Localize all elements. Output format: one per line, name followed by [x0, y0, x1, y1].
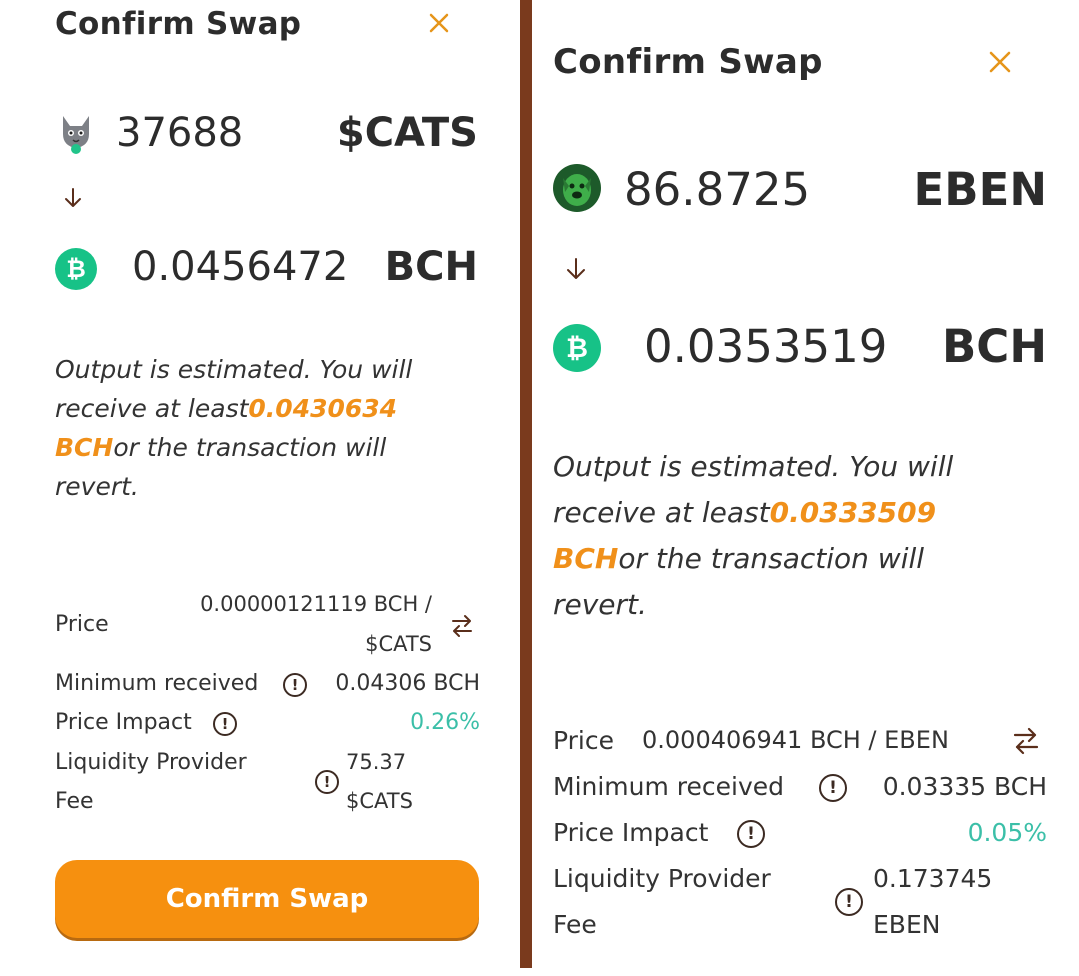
swap-direction-icon[interactable] — [450, 613, 474, 643]
cat-token-icon — [58, 112, 94, 154]
min-received-label: Minimum received — [553, 772, 785, 801]
close-icon[interactable] — [428, 12, 450, 34]
lp-fee-label-line2: Fee — [553, 910, 597, 939]
price-label: Price — [55, 612, 109, 637]
price-value: 0.000406941 BCH / EBEN — [642, 726, 949, 754]
lp-fee-value-line2: $CATS — [346, 789, 413, 813]
to-symbol: BCH — [942, 320, 1047, 373]
to-amount: 0.0353519 — [644, 320, 888, 373]
lp-fee-value-line1: 0.173745 — [873, 864, 993, 893]
confirm-swap-button[interactable]: Confirm Swap — [55, 860, 479, 938]
lp-fee-value-line2: EBEN — [873, 910, 941, 939]
price-impact-value: 0.05% — [967, 818, 1047, 847]
note-min-amount: 0.0333509 — [769, 496, 937, 529]
dialog-title: Confirm Swap — [55, 6, 302, 42]
from-symbol: EBEN — [913, 163, 1047, 216]
from-amount: 86.8725 — [624, 163, 811, 216]
to-amount: 0.0456472 — [132, 244, 349, 290]
to-symbol: BCH — [384, 244, 478, 290]
swap-direction-icon[interactable] — [1012, 726, 1040, 760]
info-icon[interactable]: ! — [835, 888, 863, 916]
bch-icon: ₿ — [55, 248, 97, 290]
lp-fee-value-line1: 75.37 — [346, 750, 407, 774]
lp-fee-label-line1: Liquidity Provider — [55, 750, 247, 775]
note-unit: BCH — [553, 542, 619, 575]
note-unit: BCH — [55, 433, 114, 462]
lp-fee-label-line2: Fee — [55, 789, 94, 814]
estimate-note: Output is estimated. You will receive at… — [553, 444, 1013, 628]
dialog-title: Confirm Swap — [553, 42, 823, 82]
estimate-note: Output is estimated. You will receive at… — [55, 350, 475, 506]
min-received-label: Minimum received — [55, 671, 259, 696]
info-icon[interactable]: ! — [283, 673, 307, 697]
min-received-value: 0.04306 BCH — [335, 671, 480, 696]
price-value-line1: 0.00000121119 BCH / — [200, 592, 432, 616]
info-icon[interactable]: ! — [737, 820, 765, 848]
price-impact-value: 0.26% — [410, 710, 480, 735]
right-swap-dialog: Confirm Swap 86.8725 EBEN ₿ 0.0353519 BC… — [532, 0, 1079, 976]
arrow-down-icon — [62, 186, 84, 214]
eben-token-icon — [553, 164, 601, 212]
price-impact-label: Price Impact — [55, 710, 192, 735]
info-icon[interactable]: ! — [819, 774, 847, 802]
info-icon[interactable]: ! — [213, 712, 237, 736]
close-icon[interactable] — [988, 50, 1012, 74]
note-min-amount: 0.0430634 — [248, 394, 398, 423]
min-received-value: 0.03335 BCH — [882, 772, 1047, 801]
from-symbol: $CATS — [336, 110, 478, 156]
from-amount: 37688 — [116, 110, 244, 156]
left-swap-dialog: Confirm Swap 37688 $CATS ₿ 0.0456472 BCH… — [0, 0, 520, 976]
arrow-down-icon — [564, 256, 588, 286]
price-value-line2: $CATS — [365, 632, 432, 656]
lp-fee-label-line1: Liquidity Provider — [553, 864, 771, 893]
price-impact-label: Price Impact — [553, 818, 709, 847]
panel-divider — [520, 0, 532, 968]
bch-icon: ₿ — [553, 324, 601, 372]
price-label: Price — [553, 726, 614, 755]
info-icon[interactable]: ! — [315, 770, 339, 794]
